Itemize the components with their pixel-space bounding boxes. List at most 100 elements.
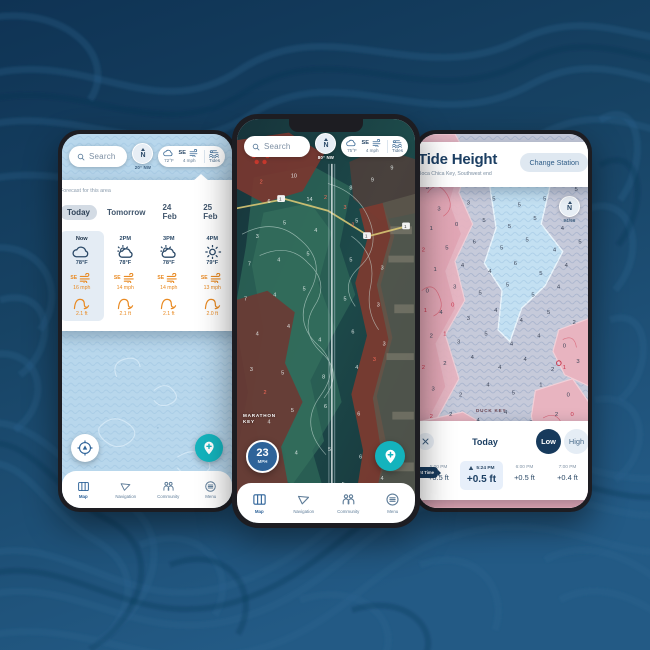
compass-north-label: N — [566, 204, 573, 212]
svg-text:5: 5 — [355, 218, 358, 224]
wave-icon — [74, 298, 90, 309]
compass-icon[interactable]: N — [132, 143, 154, 164]
svg-text:2: 2 — [422, 247, 425, 253]
nav-label: Community — [337, 508, 360, 514]
forecast-column[interactable]: Now 78°F SE 16 mph 2.1 ft — [62, 231, 104, 321]
tides-icon — [209, 150, 219, 158]
add-waypoint-button[interactable] — [375, 441, 405, 471]
cloud-icon — [72, 246, 89, 258]
wind-icon — [189, 149, 198, 158]
phone-1-topbar: Search N 20° NW 72°F SE 4 mph Tides — [69, 143, 225, 170]
search-icon — [252, 143, 260, 150]
svg-text:4: 4 — [314, 228, 317, 234]
phone-notch — [289, 119, 363, 132]
pill-caret — [437, 469, 441, 476]
tide-entry-current[interactable]: 5:24 PM +0.5 ft — [460, 461, 503, 490]
day-tab-today[interactable]: Today — [62, 204, 97, 220]
tide-bottom-panel: Today Low High Current Time 5:00 PM +0.5… — [418, 421, 588, 500]
wind-speed: 4 mph — [182, 157, 196, 163]
day-tab-tomorrow[interactable]: Tomorrow — [100, 205, 153, 220]
nav-item-community[interactable]: Community — [326, 492, 371, 514]
forecast-wave: 2.1 ft — [162, 311, 175, 317]
map-label-marathon-key: MARATHON KEY — [243, 413, 276, 424]
close-icon[interactable] — [418, 433, 434, 450]
nav-item-menu[interactable]: Menu — [371, 492, 416, 514]
svg-text:3: 3 — [383, 341, 386, 347]
svg-text:14: 14 — [306, 197, 312, 203]
plus-pin-icon — [385, 449, 395, 463]
svg-text:2: 2 — [324, 195, 327, 201]
svg-text:5: 5 — [344, 297, 347, 303]
compass-icon[interactable]: N — [315, 133, 337, 154]
svg-text:3: 3 — [373, 357, 376, 363]
phone-3-compass-control[interactable]: N 94/96 — [559, 196, 580, 223]
svg-text:10: 10 — [291, 174, 297, 180]
compass-icon[interactable]: N — [559, 196, 580, 217]
nav-item-map[interactable]: Map — [237, 492, 282, 514]
nav-item-map[interactable]: Map — [62, 480, 105, 499]
search-icon — [77, 153, 85, 160]
station-subtitle: Boca Chica Key, Southwest end — [418, 170, 492, 177]
wind-icon — [210, 273, 221, 283]
weather-widget[interactable]: 72°F SE 4 mph Tides — [158, 146, 225, 167]
forecast-wind-dir: SE — [113, 275, 121, 281]
sun-icon — [204, 245, 221, 259]
tide-entry[interactable]: 7:00 PM +0.4 ft — [546, 461, 588, 490]
nav-item-menu[interactable]: Menu — [190, 480, 233, 499]
tides-group[interactable]: Tides — [209, 149, 220, 164]
search-input[interactable]: Search — [244, 136, 311, 157]
forecast-column[interactable]: 2PM 78°F SE 14 mph 2.1 ft — [104, 231, 148, 321]
svg-text:2: 2 — [443, 361, 446, 367]
wind-direction: SE — [178, 149, 186, 156]
svg-text:5: 5 — [303, 287, 306, 293]
forecast-column[interactable]: 4PM 79°F SE 13 mph 2.0 ft — [191, 231, 233, 321]
tide-low-button[interactable]: Low — [536, 429, 561, 454]
nav-item-navigation[interactable]: Navigation — [282, 492, 327, 514]
day-tab-25feb[interactable]: 25 Feb — [196, 200, 232, 224]
compass-heading: 20° NW — [134, 165, 152, 170]
add-waypoint-button[interactable] — [195, 434, 223, 462]
tide-low-high-toggle: Low High — [536, 429, 588, 454]
change-station-button[interactable]: Change Station — [520, 153, 588, 172]
locate-me-button[interactable] — [71, 434, 99, 462]
svg-text:5: 5 — [291, 408, 294, 414]
weather-temp-group: 72°F — [163, 149, 174, 163]
wind-icon — [372, 139, 381, 148]
cloud-icon — [346, 140, 356, 147]
svg-text:3: 3 — [344, 205, 347, 211]
cloud-icon — [163, 150, 173, 157]
community-icon — [342, 494, 355, 505]
weather-temp-group: 75°F — [346, 139, 357, 153]
speed-value: 23 — [256, 447, 269, 460]
svg-text:2: 2 — [555, 412, 558, 418]
forecast-wave: 2.0 ft — [206, 311, 219, 317]
svg-text:9: 9 — [390, 166, 393, 172]
tide-title-group: Tide Height Boca Chica Key, Southwest en… — [418, 151, 497, 177]
tide-time: 6:00 PM — [515, 465, 534, 470]
tide-marker-icon — [469, 466, 474, 470]
weather-wind-group: SE 4 mph — [361, 139, 382, 153]
compass-control[interactable]: N 80° NW — [315, 133, 337, 160]
nav-item-navigation[interactable]: Navigation — [105, 480, 148, 499]
tide-entry[interactable]: 6:00 PM +0.5 ft — [503, 461, 546, 490]
search-input[interactable]: Search — [69, 146, 128, 167]
weather-widget[interactable]: 75°F SE 4 mph Tides — [341, 136, 408, 157]
compass-heading: 80° NW — [317, 155, 335, 160]
wave-icon — [117, 298, 133, 309]
compass-north-label: N — [140, 151, 146, 159]
day-tab-24feb[interactable]: 24 Feb — [155, 200, 193, 224]
speed-unit: MPH — [257, 459, 268, 465]
svg-text:1: 1 — [430, 226, 433, 232]
forecast-wind-speed: 14 mph — [160, 284, 178, 291]
tide-time: 7:00 PM — [558, 465, 577, 470]
phone-1-screen: Search N 20° NW 72°F SE 4 mph Tides Fore… — [62, 134, 232, 508]
svg-text:4: 4 — [295, 451, 298, 457]
tides-group[interactable]: Tides — [392, 139, 403, 154]
compass-control[interactable]: N 20° NW — [132, 143, 154, 170]
forecast-column[interactable]: 3PM 78°F SE 14 mph 2.1 ft — [147, 231, 191, 321]
tide-high-button[interactable]: High — [564, 429, 588, 454]
svg-text:3: 3 — [467, 316, 470, 322]
locate-icon — [77, 440, 93, 456]
svg-text:7: 7 — [248, 261, 251, 267]
nav-item-community[interactable]: Community — [147, 480, 190, 499]
